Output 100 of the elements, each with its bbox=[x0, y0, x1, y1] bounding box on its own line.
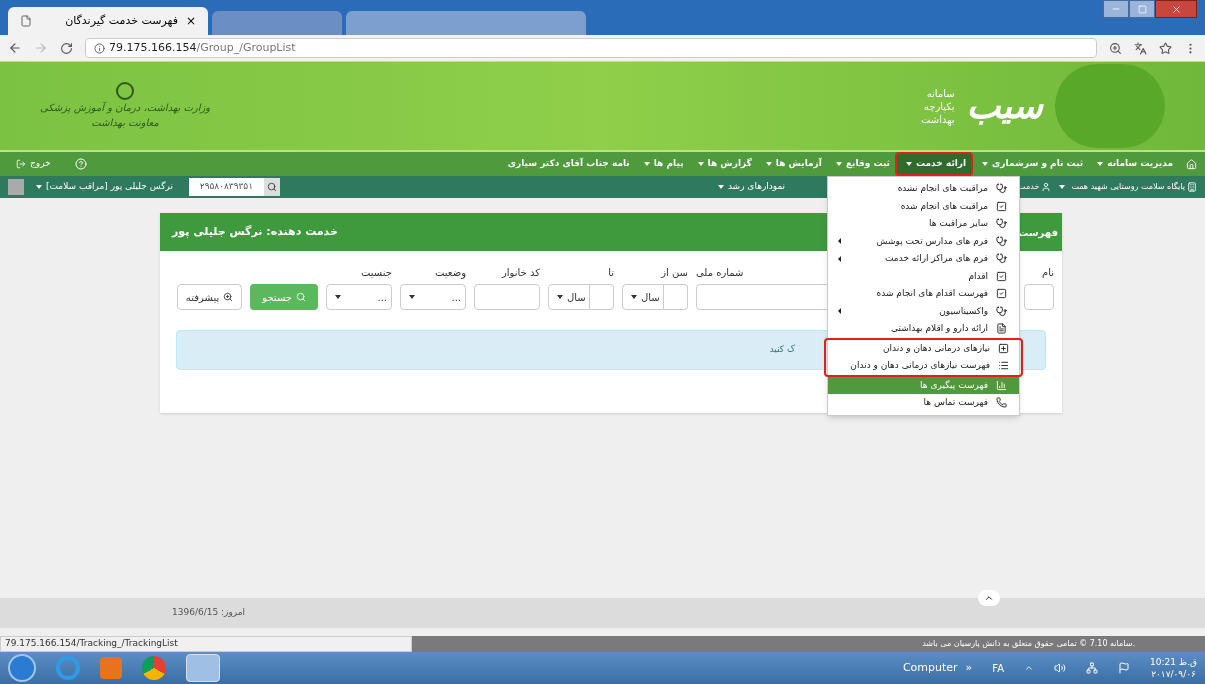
reload-icon[interactable] bbox=[60, 41, 73, 55]
start-button[interactable] bbox=[8, 654, 36, 682]
maximize-icon bbox=[1137, 4, 1147, 14]
tab-title: فهرست خدمت گیرندگان bbox=[65, 12, 178, 29]
alert-text: ک کنید bbox=[769, 343, 795, 357]
status-url: 79.175.166.154/Tracking_/TrackingList bbox=[0, 636, 412, 652]
caret-icon bbox=[557, 295, 563, 299]
menu-item[interactable]: سایر مراقبت ها bbox=[828, 215, 1019, 233]
volume-icon[interactable] bbox=[1054, 662, 1066, 674]
phone-icon bbox=[996, 397, 1007, 409]
chrome-icon[interactable] bbox=[142, 656, 166, 680]
text-field[interactable] bbox=[1024, 284, 1054, 310]
ministry-text: معاونت بهداشت bbox=[91, 116, 159, 130]
translate-icon[interactable] bbox=[1134, 41, 1147, 55]
caret-icon bbox=[631, 295, 637, 299]
unit-select[interactable]: سال bbox=[548, 284, 590, 310]
stethoscope-icon bbox=[996, 305, 1007, 317]
home-icon[interactable] bbox=[1186, 158, 1197, 170]
unit-select[interactable]: سال bbox=[622, 284, 664, 310]
caret-icon bbox=[835, 162, 842, 166]
field-label: وضعیت bbox=[435, 266, 466, 280]
number-field[interactable] bbox=[590, 284, 614, 310]
menu-item[interactable]: مراقبت های انجام نشده bbox=[828, 180, 1019, 198]
menu-item[interactable]: فهرست اقدام های انجام شده bbox=[828, 285, 1019, 303]
caret-icon bbox=[1097, 162, 1104, 166]
back-icon[interactable] bbox=[8, 41, 22, 55]
number-field[interactable] bbox=[664, 284, 688, 310]
toggle-button[interactable] bbox=[8, 179, 24, 195]
search-icon[interactable] bbox=[266, 182, 277, 192]
menu-item[interactable]: فهرست نیازهای درمانی دهان و دندان bbox=[826, 357, 1021, 375]
menu-item[interactable]: فرم های مراکز ارائه خدمت bbox=[828, 250, 1019, 268]
user-menu[interactable]: نرگس جلیلی پور [مراقب سلامت] bbox=[32, 180, 173, 194]
select-field[interactable]: ... bbox=[326, 284, 392, 310]
field-label: جنسیت bbox=[361, 266, 392, 280]
network-icon[interactable] bbox=[1086, 662, 1098, 674]
stethoscope-icon bbox=[996, 253, 1007, 265]
browser-e-icon[interactable] bbox=[56, 656, 80, 680]
caret-icon bbox=[697, 162, 704, 166]
caret-icon bbox=[765, 162, 772, 166]
browser-tab[interactable]: فهرست خدمت گیرندگان × bbox=[8, 7, 208, 35]
close-button[interactable] bbox=[1155, 0, 1197, 18]
tray-expand-icon[interactable] bbox=[1024, 663, 1034, 673]
toolbar-chevron[interactable]: » bbox=[965, 659, 973, 677]
toolbar-label[interactable]: Computer bbox=[902, 659, 958, 677]
caret-icon bbox=[335, 295, 341, 299]
zoom-icon[interactable] bbox=[1109, 41, 1122, 55]
chevron-up-icon bbox=[984, 593, 994, 603]
checkbox-icon bbox=[996, 288, 1007, 300]
ministry-text: وزارت بهداشت، درمان و آموزش پزشکی bbox=[40, 100, 211, 115]
field-label: نام bbox=[1041, 266, 1054, 280]
star-icon[interactable] bbox=[1159, 41, 1172, 55]
subnav-item[interactable]: خدمت bbox=[1018, 181, 1052, 193]
caret-icon bbox=[36, 185, 42, 189]
tab-close[interactable]: × bbox=[185, 12, 196, 30]
caret-icon bbox=[409, 295, 415, 299]
select-field[interactable]: ... bbox=[400, 284, 466, 310]
flag-icon[interactable] bbox=[1118, 662, 1130, 674]
plus-icon bbox=[998, 342, 1009, 354]
checkbox-icon bbox=[996, 270, 1007, 282]
word-icon[interactable] bbox=[186, 654, 220, 682]
caret-icon bbox=[717, 185, 724, 189]
growth-charts-menu[interactable]: نمودارهای رشد bbox=[713, 180, 786, 194]
maximize-button[interactable] bbox=[1129, 0, 1155, 18]
menu-item[interactable]: نیازهای درمانی دهان و دندان bbox=[826, 339, 1021, 357]
caret-icon bbox=[982, 162, 989, 166]
nav-menu-item[interactable]: ارائه خدمت bbox=[895, 152, 974, 176]
logout-icon bbox=[16, 159, 26, 169]
text-field[interactable] bbox=[474, 284, 540, 310]
info-icon[interactable] bbox=[94, 42, 105, 54]
scroll-top-button[interactable] bbox=[978, 590, 1000, 606]
minimize-button[interactable] bbox=[1103, 0, 1129, 18]
menu-item[interactable]: واکسیناسیون bbox=[828, 302, 1019, 320]
zoom-icon bbox=[223, 292, 234, 302]
logo-text: سیب bbox=[966, 84, 1043, 128]
language-indicator[interactable]: FA bbox=[992, 660, 1004, 676]
menu-item[interactable]: مراقبت های انجام شده bbox=[828, 197, 1019, 215]
today-date: امروز: 1396/6/15 bbox=[172, 606, 246, 620]
caret-icon bbox=[1059, 185, 1066, 189]
caret-icon bbox=[643, 162, 650, 166]
address-field[interactable]: 79.175.166.154/Group_/GroupList bbox=[85, 38, 1097, 58]
advanced-button[interactable]: پیشرفته bbox=[176, 284, 243, 310]
help-icon[interactable] bbox=[74, 158, 87, 170]
clock-time[interactable]: 10:21 ق.ظ bbox=[1150, 656, 1197, 668]
clock-date[interactable]: ۲۰۱۷/۰۹/۰۶ bbox=[1151, 668, 1196, 680]
list-icon bbox=[998, 360, 1009, 372]
menu-item[interactable]: فهرست تماس ها bbox=[828, 394, 1019, 412]
stethoscope-icon bbox=[996, 183, 1007, 195]
page-icon bbox=[20, 15, 32, 27]
user-icon bbox=[1041, 182, 1052, 192]
system-name: بهداشت bbox=[921, 113, 955, 126]
subnav-item[interactable]: پایگاه سلامت روستایی شهید همت bbox=[1055, 181, 1197, 193]
menu-item[interactable]: اقدام bbox=[828, 267, 1019, 285]
bar-chart-icon bbox=[996, 379, 1007, 391]
search-icon bbox=[296, 292, 306, 302]
menu-item[interactable]: ارائه دارو و اقلام بهداشتی bbox=[828, 320, 1019, 338]
field-label: سن از bbox=[661, 266, 688, 280]
document-icon bbox=[996, 323, 1007, 335]
menu-item[interactable]: فرم های مدارس تحت پوشش bbox=[828, 232, 1019, 250]
forward-icon[interactable] bbox=[34, 41, 48, 55]
building-icon bbox=[1187, 182, 1197, 192]
